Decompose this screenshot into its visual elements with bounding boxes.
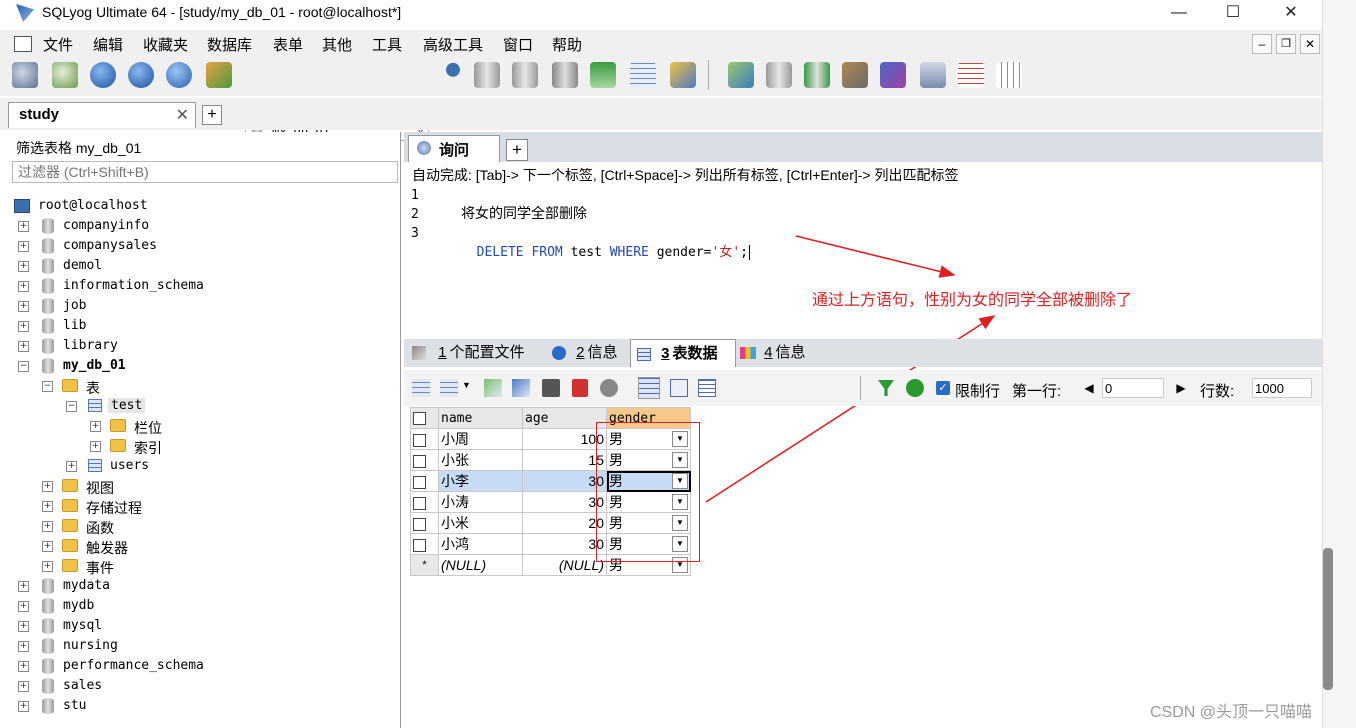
row-select-cell[interactable] <box>410 470 439 492</box>
row-checkbox[interactable] <box>413 517 426 531</box>
info-icon <box>552 346 566 361</box>
select-all-cell[interactable] <box>410 407 439 429</box>
text-view-icon[interactable] <box>698 379 716 397</box>
tab-label: 信息 <box>775 344 806 361</box>
row-checkbox[interactable] <box>413 538 426 552</box>
cell-age[interactable]: (NULL) <box>522 554 607 576</box>
row-checkbox[interactable] <box>413 496 426 510</box>
scrollbar-thumb[interactable] <box>1323 548 1333 690</box>
save-icon[interactable] <box>542 379 560 397</box>
cell-name[interactable]: 小涛 <box>438 491 523 513</box>
tab-label: 个配置文件 <box>449 344 525 361</box>
row-checkbox[interactable] <box>413 475 426 489</box>
first-row-label: 第一行: <box>1012 383 1062 400</box>
cell-name[interactable]: 小周 <box>438 428 523 450</box>
export-icon[interactable] <box>440 379 458 397</box>
row-select-cell[interactable] <box>410 428 439 450</box>
tab-label: 信息 <box>587 344 618 361</box>
annotation-highlight-box <box>596 422 700 562</box>
cancel-icon[interactable] <box>600 379 618 397</box>
tab-table-data[interactable]: 3 表数据 <box>630 339 736 367</box>
delete-icon[interactable] <box>572 379 588 397</box>
outer-scrollbar[interactable] <box>1322 0 1356 728</box>
limit-rows-checkbox[interactable]: ✓ <box>936 381 950 395</box>
profile-icon <box>412 346 426 361</box>
add-row-icon[interactable] <box>484 379 502 397</box>
tab-number: 2 <box>576 344 585 361</box>
limit-rows-label: 限制行 <box>955 383 1001 400</box>
row-select-cell[interactable] <box>410 491 439 513</box>
table-data-icon <box>637 347 651 361</box>
tab-number: 3 <box>661 345 670 362</box>
cell-name[interactable]: 小米 <box>438 512 523 534</box>
next-page-button[interactable]: ▶ <box>1172 379 1190 397</box>
first-row-input[interactable] <box>1102 378 1164 398</box>
cell-name[interactable]: 小鸿 <box>438 533 523 555</box>
insert-row-icon[interactable] <box>412 379 430 397</box>
cell-age[interactable]: 30 <box>522 491 607 513</box>
new-row-marker: * <box>410 554 439 576</box>
arrow-to-annotation <box>795 235 956 278</box>
result-tab-bar <box>404 339 1322 367</box>
cell-name[interactable]: (NULL) <box>438 554 523 576</box>
cell-age[interactable]: 15 <box>522 449 607 471</box>
filter-icon[interactable] <box>878 380 894 396</box>
tab-number: 1 <box>438 344 447 361</box>
tab-label: 表数据 <box>672 345 718 362</box>
column-header-age[interactable]: age <box>522 407 607 429</box>
result-toolbar: ▼ ✓ 限制行 第一行: ◀ ▶ 行数: <box>404 370 1322 406</box>
cell-name[interactable]: 小张 <box>438 449 523 471</box>
tab-number: 4 <box>764 344 773 361</box>
form-view-icon[interactable] <box>670 379 688 397</box>
cell-age[interactable]: 20 <box>522 512 607 534</box>
cell-name[interactable]: 小李 <box>438 470 523 492</box>
prev-page-button[interactable]: ◀ <box>1080 379 1098 397</box>
watermark: CSDN @头顶一只喵喵 <box>1150 704 1313 721</box>
column-header-name[interactable]: name <box>438 407 523 429</box>
cell-age[interactable]: 30 <box>522 533 607 555</box>
row-checkbox[interactable] <box>413 454 426 468</box>
info-blocks-icon <box>740 347 756 360</box>
grid-view-icon[interactable] <box>638 377 660 399</box>
row-select-cell[interactable] <box>410 449 439 471</box>
rows-label: 行数: <box>1200 383 1235 400</box>
tab-messages[interactable]: 2 信息 <box>552 341 618 367</box>
rows-input[interactable] <box>1252 378 1312 398</box>
cell-age[interactable]: 30 <box>522 470 607 492</box>
tab-info[interactable]: 4 信息 <box>740 341 806 367</box>
refresh-icon[interactable] <box>906 379 924 397</box>
tab-profile[interactable]: 1 个配置文件 <box>412 341 525 367</box>
row-checkbox[interactable] <box>413 433 426 447</box>
duplicate-row-icon[interactable] <box>512 379 530 397</box>
chevron-down-icon[interactable]: ▼ <box>462 380 471 390</box>
toolbar-separator <box>860 376 861 400</box>
row-select-cell[interactable] <box>410 533 439 555</box>
row-select-cell[interactable] <box>410 512 439 534</box>
cell-age[interactable]: 100 <box>522 428 607 450</box>
select-all-checkbox[interactable] <box>413 411 426 425</box>
